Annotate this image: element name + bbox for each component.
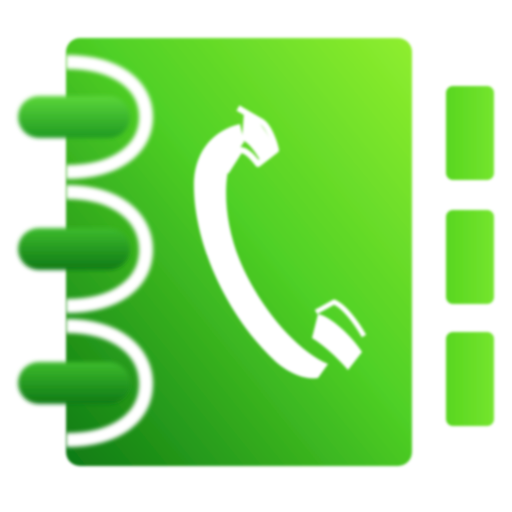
- index-tab-1: [446, 86, 494, 180]
- index-tab-3: [446, 332, 494, 426]
- index-tab-2: [446, 210, 494, 304]
- index-tabs: [446, 86, 494, 426]
- binder-rings: [18, 55, 154, 447]
- app-icon: [0, 0, 512, 512]
- phone-book-icon: [18, 38, 494, 466]
